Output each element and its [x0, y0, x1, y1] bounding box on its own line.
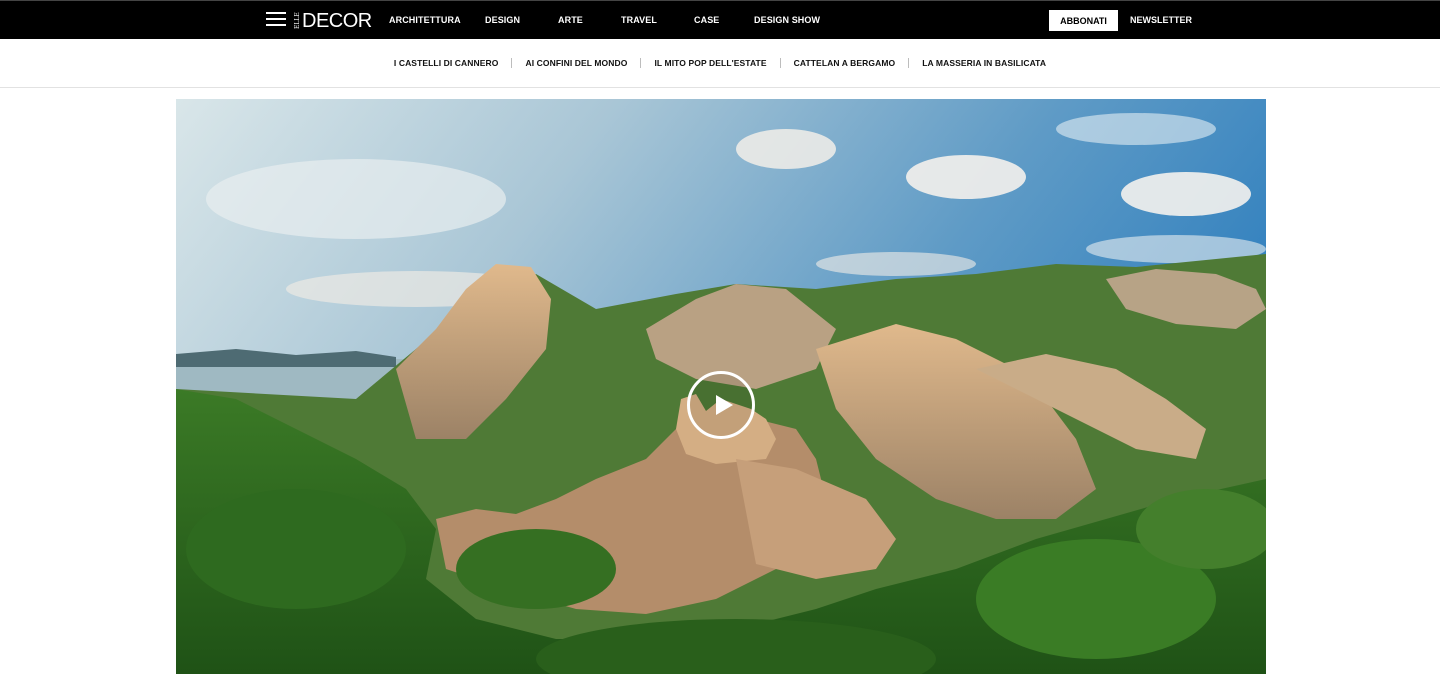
nav-item-design-show[interactable]: DESIGN SHOW: [754, 15, 820, 25]
trending-item-confini-mondo[interactable]: AI CONFINI DEL MONDO: [512, 58, 640, 68]
site-logo[interactable]: ELLE DECOR: [294, 10, 372, 32]
nav-item-travel[interactable]: TRAVEL: [621, 15, 657, 25]
top-navbar: ELLE DECOR ARCHITETTURA DESIGN ARTE TRAV…: [0, 0, 1440, 39]
trending-item-castelli-cannero[interactable]: I CASTELLI DI CANNERO: [381, 58, 512, 68]
nav-item-case[interactable]: CASE: [694, 15, 719, 25]
hamburger-menu-icon[interactable]: [266, 11, 286, 28]
hamburger-line: [266, 18, 286, 20]
logo-decor-text: DECOR: [302, 10, 372, 32]
hero-video[interactable]: [176, 99, 1266, 674]
subscribe-button[interactable]: ABBONATI: [1049, 10, 1118, 31]
nav-item-design[interactable]: DESIGN: [485, 15, 520, 25]
trending-nav: I CASTELLI DI CANNERO AI CONFINI DEL MON…: [0, 39, 1440, 88]
logo-elle-text: ELLE: [294, 12, 301, 30]
nav-item-architettura[interactable]: ARCHITETTURA: [389, 15, 461, 25]
play-triangle: [716, 395, 733, 415]
trending-item-masseria-basilicata[interactable]: LA MASSERIA IN BASILICATA: [909, 58, 1059, 68]
nav-item-arte[interactable]: ARTE: [558, 15, 583, 25]
hamburger-line: [266, 24, 286, 26]
trending-item-mito-pop[interactable]: IL MITO POP DELL'ESTATE: [641, 58, 779, 68]
trending-item-cattelan-bergamo[interactable]: CATTELAN A BERGAMO: [781, 58, 909, 68]
newsletter-link[interactable]: NEWSLETTER: [1130, 15, 1192, 25]
play-icon[interactable]: [687, 371, 755, 439]
hamburger-line: [266, 12, 286, 14]
